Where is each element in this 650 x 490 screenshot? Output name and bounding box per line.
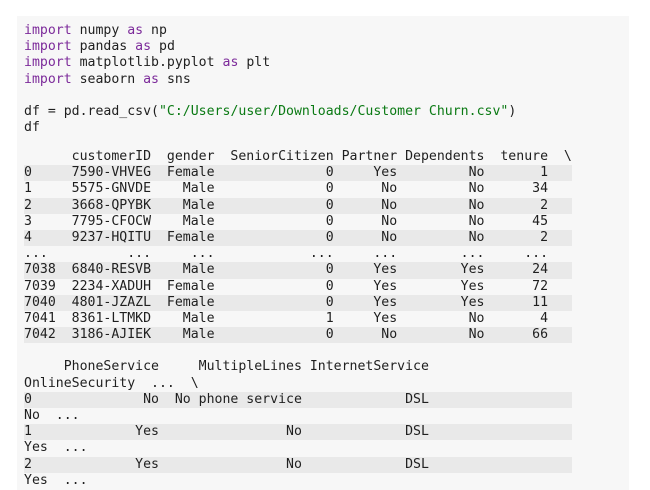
code-line: import seaborn as sns (24, 72, 516, 88)
code-keyword: import (24, 55, 72, 71)
output-line: 7042 3186-AJIEK Male 0 No No 66 (24, 327, 572, 344)
output-line: 0 7590-VHVEG Female 0 Yes No 1 (24, 165, 572, 182)
output-line: 7039 2234-XADUH Female 0 Yes Yes 72 (24, 279, 572, 295)
code-token: numpy (71, 23, 128, 38)
output-text: 3 7795-CFOCW Male 0 No No 45 (24, 213, 549, 229)
output-text: 7039 2234-XADUH Female 0 Yes Yes 72 (24, 278, 549, 294)
output-text: 2 Yes No DSL (24, 456, 429, 472)
output-text: 1 Yes No DSL (24, 424, 429, 440)
output-line: No ... (24, 408, 572, 424)
output-line: 7041 8361-LTMKD Male 1 Yes No 4 (24, 311, 572, 327)
code-keyword: as (222, 55, 239, 71)
output-text: PhoneService MultipleLines InternetServi… (24, 359, 429, 375)
output-line: 1 Yes No DSL (24, 424, 572, 441)
output-line: Yes ... (24, 440, 572, 456)
code-token: plt (238, 55, 271, 71)
code-keyword: import (24, 71, 72, 87)
output-text: 0 7590-VHVEG Female 0 Yes No 1 (24, 165, 549, 181)
output-line: 4 9237-HQITU Female 0 No No 2 (24, 229, 572, 247)
output-text: 7041 8361-LTMKD Male 1 Yes No 4 (24, 310, 549, 326)
code-token: pd (151, 39, 175, 55)
output-line: ... ... ... ... ... ... ... (24, 246, 572, 262)
output-text: 7038 6840-RESVB Male 0 Yes Yes 24 (24, 262, 549, 278)
code-line: import pandas as pd (24, 39, 516, 55)
output-line: 1 5575-GNVDE Male 0 No No 34 (24, 181, 572, 197)
code-token: df (24, 120, 40, 136)
output-line: 7038 6840-RESVB Male 0 Yes Yes 24 (24, 262, 572, 279)
code-line: import numpy as np (24, 23, 516, 39)
output-text: 0 No No phone service DSL (24, 391, 429, 407)
output-line: customerID gender SeniorCitizen Partner … (24, 149, 572, 165)
code-keyword: as (127, 23, 144, 38)
code-line: df (24, 120, 516, 136)
code-token: seaborn (71, 71, 144, 87)
code-token: ) (508, 103, 517, 119)
code-string: "C:/Users/user/Downloads/Customer Churn.… (158, 103, 509, 119)
output-text: 7040 4801-JZAZL Female 0 Yes Yes 11 (24, 294, 549, 310)
code-line: df = pd.read_csv("C:/Users/user/Download… (24, 104, 516, 120)
output-text: OnlineSecurity ... \ (24, 375, 199, 391)
code-keyword: import (24, 23, 72, 38)
output-text: 1 5575-GNVDE Male 0 No No 34 (24, 181, 549, 197)
cell-output: customerID gender SeniorCitizen Partner … (24, 149, 572, 489)
output-line: 7040 4801-JZAZL Female 0 Yes Yes 11 (24, 294, 572, 311)
output-text: 7042 3186-AJIEK Male 0 No No 66 (24, 327, 549, 343)
output-text: 2 3668-QPYBK Male 0 No No 2 (24, 197, 549, 213)
output-line: 3 7795-CFOCW Male 0 No No 45 (24, 214, 572, 230)
output-line: 2 Yes No DSL (24, 456, 572, 473)
output-line: PhoneService MultipleLines InternetServi… (24, 359, 572, 375)
output-text: Yes ... (24, 440, 88, 456)
output-text: Yes ... (24, 472, 88, 488)
code-token: matplotlib.pyplot (71, 55, 223, 71)
output-line: 0 No No phone service DSL (24, 391, 572, 408)
code-token: np (143, 23, 167, 38)
code-keyword: import (24, 39, 72, 55)
code-line: import matplotlib.pyplot as plt (24, 55, 516, 71)
notebook-cell: import numpy as np import pandas as pd imp… (17, 16, 629, 490)
output-text: customerID gender SeniorCitizen Partner … (24, 149, 572, 164)
output-line: Yes ... (24, 473, 572, 489)
code-token: pandas (71, 39, 136, 55)
code-token: sns (159, 71, 191, 87)
code-keyword: as (143, 71, 159, 87)
output-line: 2 3668-QPYBK Male 0 No No 2 (24, 197, 572, 214)
code-keyword: as (135, 39, 152, 55)
code-input[interactable]: import numpy as np import pandas as pd imp… (24, 23, 516, 136)
output-text: 4 9237-HQITU Female 0 No No 2 (24, 229, 549, 245)
output-text: ... ... ... ... ... ... ... (24, 246, 549, 262)
code-token: df = pd.read_csv( (24, 103, 159, 119)
output-line: OnlineSecurity ... \ (24, 376, 572, 392)
output-text: No ... (24, 408, 80, 423)
